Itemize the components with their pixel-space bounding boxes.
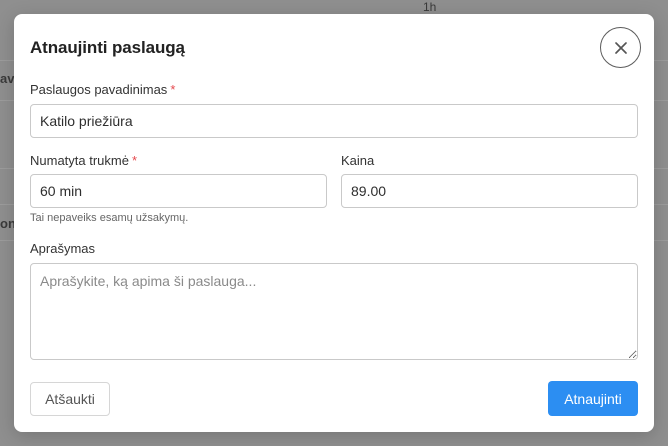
duration-label: Numatyta trukmė * [30, 153, 137, 168]
cancel-button[interactable]: Atšaukti [30, 382, 110, 416]
update-service-dialog: Atnaujinti paslaugą Paslaugos pavadinima… [14, 14, 654, 432]
duration-hint: Tai nepaveiks esamų užsakymų. [30, 212, 189, 224]
description-label-text: Aprašymas [30, 241, 96, 256]
price-input[interactable] [341, 174, 638, 208]
price-label: Kaina [341, 153, 374, 168]
duration-input[interactable] [30, 174, 327, 208]
update-button[interactable]: Atnaujinti [548, 381, 638, 416]
background-text: 1h [423, 0, 437, 14]
close-icon [614, 41, 627, 54]
description-label: Aprašymas [30, 241, 95, 256]
service-name-input[interactable] [30, 104, 638, 138]
dialog-title: Atnaujinti paslaugą [30, 38, 185, 57]
price-label-text: Kaina [341, 153, 375, 168]
service-name-label: Paslaugos pavadinimas * [30, 82, 175, 97]
service-name-label-text: Paslaugos pavadinimas [30, 82, 168, 97]
duration-label-text: Numatyta trukmė [30, 153, 129, 168]
required-marker: * [170, 82, 176, 97]
required-marker: * [131, 153, 138, 168]
close-button[interactable] [600, 27, 641, 68]
description-textarea[interactable] [30, 263, 638, 360]
